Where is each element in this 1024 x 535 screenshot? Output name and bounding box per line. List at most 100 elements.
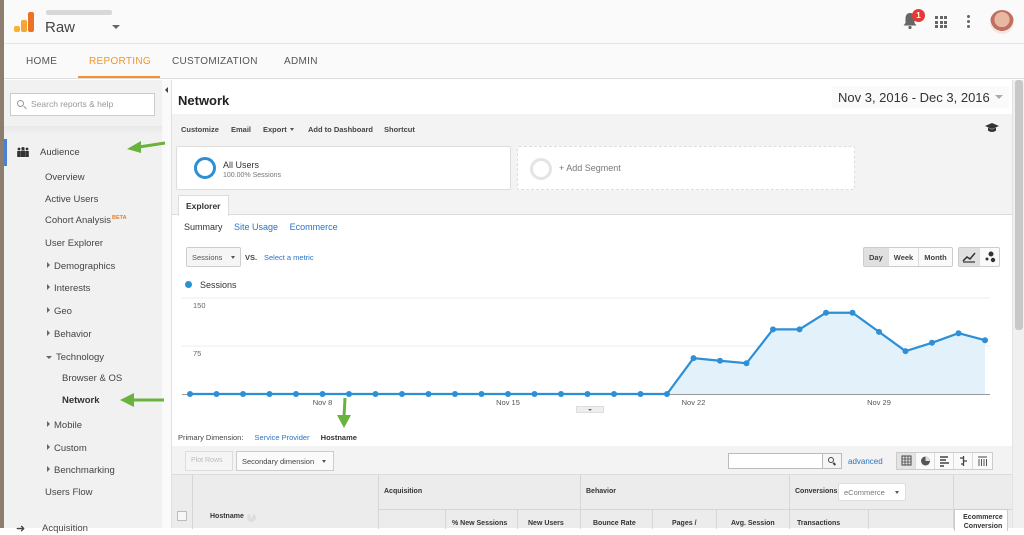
add-segment-button[interactable]: + Add Segment: [517, 146, 855, 190]
conversions-select[interactable]: eCommerce: [838, 483, 906, 501]
apps-grid-icon[interactable]: [935, 16, 947, 28]
chart-resize-handle[interactable]: [576, 406, 604, 413]
plot-rows-button[interactable]: Plot Rows: [185, 451, 233, 471]
data-point[interactable]: [584, 391, 591, 397]
data-point[interactable]: [929, 339, 935, 346]
customize-button[interactable]: Customize: [181, 125, 219, 134]
page-scrollbar[interactable]: [1012, 80, 1024, 528]
secondary-dimension-select[interactable]: Secondary dimension: [236, 451, 334, 471]
sessions-chart[interactable]: 75 150 Nov 8 Nov 15 Nov 22 Nov 29: [172, 292, 1012, 417]
data-point[interactable]: [876, 328, 882, 335]
tab-admin[interactable]: ADMIN: [284, 56, 318, 67]
day-button[interactable]: Day: [864, 248, 889, 266]
select-metric-link[interactable]: Select a metric: [264, 253, 314, 262]
sidebar-item-browser-os[interactable]: Browser & OS: [62, 373, 122, 384]
data-point[interactable]: [187, 391, 193, 397]
data-point[interactable]: [240, 391, 246, 397]
sidebar-item-users-flow[interactable]: Users Flow: [45, 487, 93, 498]
data-point[interactable]: [823, 309, 829, 316]
data-point[interactable]: [955, 330, 962, 337]
sidebar-item-network[interactable]: Network: [62, 395, 99, 406]
comparison-view-button[interactable]: [954, 453, 973, 469]
data-point[interactable]: [531, 391, 538, 397]
data-point[interactable]: [293, 391, 299, 397]
table-search-button[interactable]: [822, 453, 842, 469]
date-range-picker[interactable]: Nov 3, 2016 - Dec 3, 2016: [832, 86, 1009, 108]
export-button[interactable]: Export: [263, 125, 294, 134]
column-pages-per-session[interactable]: Pages /: [672, 520, 697, 527]
data-point[interactable]: [902, 348, 909, 355]
data-point[interactable]: [690, 355, 697, 362]
data-point[interactable]: [770, 326, 776, 333]
data-view-button[interactable]: [897, 453, 916, 469]
line-chart-button[interactable]: [959, 248, 980, 266]
motion-chart-button[interactable]: [980, 248, 1000, 266]
data-point[interactable]: [849, 309, 856, 316]
column-new-users[interactable]: New Users: [528, 520, 564, 527]
sidebar-item-benchmarking[interactable]: Benchmarking: [47, 465, 115, 476]
segment-all-users[interactable]: All Users 100.00% Sessions: [176, 146, 511, 190]
analytics-logo-icon[interactable]: [14, 12, 34, 32]
data-point[interactable]: [796, 326, 803, 333]
data-point[interactable]: [425, 391, 432, 397]
sidebar-item-active-users[interactable]: Active Users: [45, 194, 98, 205]
data-point[interactable]: [319, 391, 326, 397]
sidebar-section-audience[interactable]: Audience: [40, 147, 80, 158]
data-point[interactable]: [213, 391, 220, 397]
column-avg-session-duration[interactable]: Avg. Session: [731, 520, 775, 527]
email-button[interactable]: Email: [231, 125, 251, 134]
data-point[interactable]: [452, 391, 458, 397]
sidebar-item-user-explorer[interactable]: User Explorer: [45, 238, 103, 249]
sidebar-item-demographics[interactable]: Demographics: [47, 261, 115, 272]
advanced-filter-link[interactable]: advanced: [848, 457, 883, 466]
sidebar-item-behavior[interactable]: Behavior: [47, 329, 92, 340]
data-point[interactable]: [266, 391, 273, 397]
help-icon[interactable]: ?: [246, 513, 256, 522]
sidebar-item-mobile[interactable]: Mobile: [47, 420, 82, 431]
chevron-down-icon[interactable]: [112, 25, 120, 29]
percentage-view-button[interactable]: [916, 453, 935, 469]
data-point[interactable]: [399, 391, 405, 397]
data-point[interactable]: [372, 391, 379, 397]
tab-reporting[interactable]: REPORTING: [89, 56, 151, 67]
shortcut-button[interactable]: Shortcut: [384, 125, 415, 134]
subtab-site-usage[interactable]: Site Usage: [234, 222, 278, 232]
data-point[interactable]: [558, 391, 564, 397]
subtab-ecommerce[interactable]: Ecommerce: [290, 222, 338, 232]
dimension-hostname[interactable]: Hostname: [321, 433, 357, 442]
sidebar-item-custom[interactable]: Custom: [47, 443, 87, 454]
more-vert-icon[interactable]: [967, 15, 970, 30]
pivot-view-button[interactable]: [973, 453, 992, 469]
tab-explorer[interactable]: Explorer: [178, 195, 229, 216]
data-point[interactable]: [478, 391, 485, 397]
data-point[interactable]: [982, 337, 988, 344]
column-bounce-rate[interactable]: Bounce Rate: [593, 520, 636, 527]
graduation-cap-icon[interactable]: [985, 123, 999, 133]
table-search-input[interactable]: [728, 453, 842, 469]
sidebar-item-interests[interactable]: Interests: [47, 283, 90, 294]
week-button[interactable]: Week: [889, 248, 920, 266]
avatar[interactable]: [990, 10, 1014, 34]
data-point[interactable]: [743, 360, 750, 367]
add-to-dashboard-button[interactable]: Add to Dashboard: [308, 125, 373, 134]
scrollbar-thumb[interactable]: [1015, 80, 1023, 330]
sidebar-item-geo[interactable]: Geo: [47, 306, 72, 317]
data-point[interactable]: [611, 391, 617, 397]
select-all-checkbox[interactable]: [177, 511, 187, 521]
sidebar-item-technology[interactable]: Technology: [46, 352, 104, 363]
data-point[interactable]: [717, 357, 723, 364]
search-reports-input[interactable]: Search reports & help: [10, 93, 155, 116]
sidebar-item-overview[interactable]: Overview: [45, 172, 85, 183]
data-point[interactable]: [637, 391, 644, 397]
tab-home[interactable]: HOME: [26, 56, 57, 67]
tab-customization[interactable]: CUSTOMIZATION: [172, 56, 258, 67]
performance-view-button[interactable]: [935, 453, 954, 469]
account-selector[interactable]: Raw: [45, 19, 75, 36]
metric-select[interactable]: Sessions: [186, 247, 241, 267]
data-point[interactable]: [505, 391, 511, 397]
subtab-summary[interactable]: Summary: [184, 222, 223, 232]
column-hostname[interactable]: Hostname?: [210, 513, 256, 522]
dimension-service-provider[interactable]: Service Provider: [255, 433, 310, 442]
month-button[interactable]: Month: [919, 248, 952, 266]
data-point[interactable]: [664, 391, 670, 397]
